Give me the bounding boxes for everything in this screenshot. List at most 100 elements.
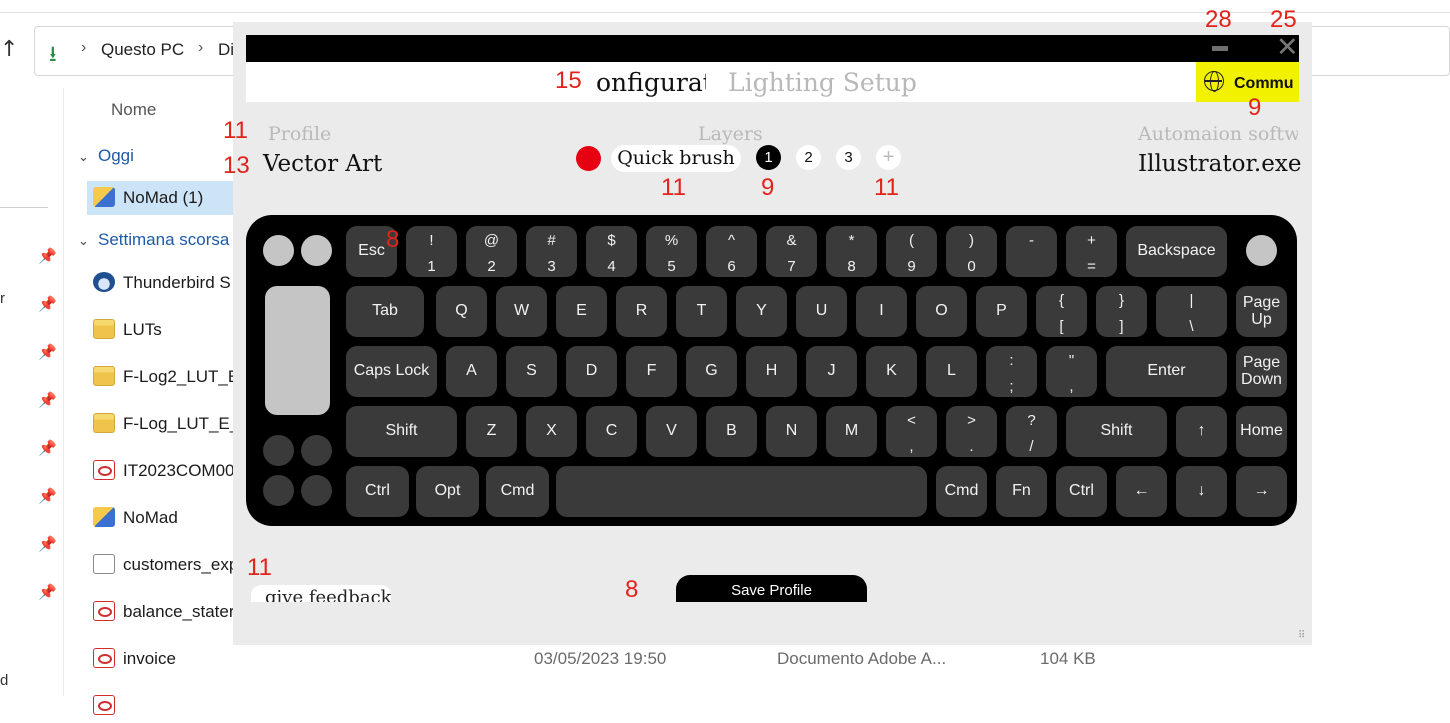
pin-icon[interactable]: 📌 [38, 295, 57, 313]
key-n[interactable]: N [766, 406, 817, 457]
list-item[interactable]: NoMad [87, 501, 237, 535]
key-i[interactable]: I [856, 286, 907, 337]
list-item[interactable]: F-Log_LUT_E_V [87, 407, 237, 441]
key-space[interactable] [556, 466, 927, 517]
macro-dial-2[interactable] [301, 235, 332, 266]
key-w[interactable]: W [496, 286, 547, 337]
key-j[interactable]: J [806, 346, 857, 397]
key-cmd-right[interactable]: Cmd [936, 466, 987, 517]
key-backspace[interactable]: Backspace [1126, 226, 1227, 277]
key-comma[interactable]: <, [886, 406, 937, 457]
key-3[interactable]: #3 [526, 226, 577, 277]
key-d[interactable]: D [566, 346, 617, 397]
layer-2-button[interactable]: 2 [796, 145, 821, 170]
key-5[interactable]: % 5 [646, 226, 697, 277]
key-v[interactable]: V [646, 406, 697, 457]
key-backslash[interactable]: | \ [1156, 286, 1227, 337]
pin-icon[interactable]: 📌 [38, 439, 57, 457]
key-fn[interactable]: Fn [996, 466, 1047, 517]
key-ctrl-right[interactable]: Ctrl [1056, 466, 1107, 517]
key-cmd-left[interactable]: Cmd [486, 466, 549, 517]
key-1[interactable]: ! 1 [406, 226, 457, 277]
automation-software-value[interactable]: Illustrator.exe [1138, 151, 1301, 177]
list-item[interactable]: customers_exp [87, 548, 237, 582]
minimize-button[interactable] [1212, 46, 1228, 51]
key-2[interactable]: @2 [466, 226, 517, 277]
key-8[interactable]: * 8 [826, 226, 877, 277]
key-p[interactable]: P [976, 286, 1027, 337]
list-item[interactable]: IT2023COM00 [87, 454, 237, 488]
key-f[interactable]: F [626, 346, 677, 397]
key-x[interactable]: X [526, 406, 577, 457]
key-arrow-left[interactable]: ← [1116, 466, 1167, 517]
column-header-name[interactable]: Nome [111, 100, 156, 120]
up-arrow-icon[interactable]: ↑ [0, 37, 18, 62]
breadcrumb-questo-pc[interactable]: Questo PC [101, 40, 184, 60]
list-item[interactable]: invoice [87, 642, 237, 676]
list-item[interactable]: F-Log2_LUT_E_ [87, 360, 237, 394]
breadcrumb-folder[interactable]: Di [218, 40, 234, 60]
key-e[interactable]: E [556, 286, 607, 337]
key-semicolon[interactable]: :; [986, 346, 1037, 397]
macro-button-1[interactable] [263, 435, 294, 466]
key-tab[interactable]: Tab [346, 286, 424, 337]
layer-3-button[interactable]: 3 [836, 145, 861, 170]
tab-configurator[interactable]: onfigurat [586, 68, 706, 97]
macro-dial-1[interactable] [263, 235, 294, 266]
macro-button-3[interactable] [263, 475, 294, 506]
touchpad[interactable] [265, 286, 330, 415]
key-ctrl-left[interactable]: Ctrl [346, 466, 409, 517]
list-item[interactable]: LUTs [87, 313, 237, 347]
key-t[interactable]: T [676, 286, 727, 337]
pin-icon[interactable]: 📌 [38, 583, 57, 601]
layer-1-button[interactable]: 1 [756, 145, 781, 170]
give-feedback-button[interactable]: give feedback [251, 585, 391, 602]
title-bar[interactable] [246, 35, 1299, 62]
key-arrow-up[interactable]: ↑ [1176, 406, 1227, 457]
key-a[interactable]: A [446, 346, 497, 397]
key-g[interactable]: G [686, 346, 737, 397]
key-page-up[interactable]: Page Up [1236, 286, 1287, 337]
key-k[interactable]: K [866, 346, 917, 397]
key-bracket-right[interactable]: }] [1096, 286, 1147, 337]
key-arrow-down[interactable]: ↓ [1176, 466, 1227, 517]
key-caps-lock[interactable]: Caps Lock [346, 346, 437, 397]
layer-color-swatch[interactable] [576, 146, 601, 171]
list-item[interactable] [87, 689, 237, 723]
group-header-today[interactable]: ⌄ Oggi [78, 146, 134, 166]
list-item[interactable]: balance_stater [87, 595, 237, 629]
key-b[interactable]: B [706, 406, 757, 457]
save-profile-button[interactable]: Save Profile [676, 575, 867, 602]
key-page-down[interactable]: Page Down [1236, 346, 1287, 397]
key-r[interactable]: R [616, 286, 667, 337]
pin-icon[interactable]: 📌 [38, 487, 57, 505]
key-o[interactable]: O [916, 286, 967, 337]
add-layer-button[interactable]: + [876, 145, 901, 170]
macro-button-4[interactable] [301, 475, 332, 506]
key-m[interactable]: M [826, 406, 877, 457]
key-period[interactable]: >. [946, 406, 997, 457]
pin-icon[interactable]: 📌 [38, 535, 57, 553]
key-l[interactable]: L [926, 346, 977, 397]
key-enter[interactable]: Enter [1106, 346, 1227, 397]
key-quote[interactable]: ", [1046, 346, 1097, 397]
key-4[interactable]: $4 [586, 226, 637, 277]
key-c[interactable]: C [586, 406, 637, 457]
key-minus[interactable]: - [1006, 226, 1057, 277]
list-item[interactable]: Thunderbird S [87, 266, 237, 300]
key-equals[interactable]: + = [1066, 226, 1117, 277]
profile-value[interactable]: Vector Art [263, 151, 382, 177]
tab-lighting-setup[interactable]: Lighting Setup [728, 68, 917, 97]
key-z[interactable]: Z [466, 406, 517, 457]
key-y[interactable]: Y [736, 286, 787, 337]
key-h[interactable]: H [746, 346, 797, 397]
list-item[interactable]: NoMad (1) [87, 181, 237, 215]
pane-divider[interactable] [63, 88, 64, 696]
key-s[interactable]: S [506, 346, 557, 397]
key-shift-left[interactable]: Shift [346, 406, 457, 457]
key-0[interactable]: ) 0 [946, 226, 997, 277]
key-bracket-left[interactable]: {[ [1036, 286, 1087, 337]
key-arrow-right[interactable]: → [1236, 466, 1287, 517]
key-9[interactable]: (9 [886, 226, 937, 277]
group-header-last-week[interactable]: ⌄ Settimana scorsa [78, 230, 229, 250]
